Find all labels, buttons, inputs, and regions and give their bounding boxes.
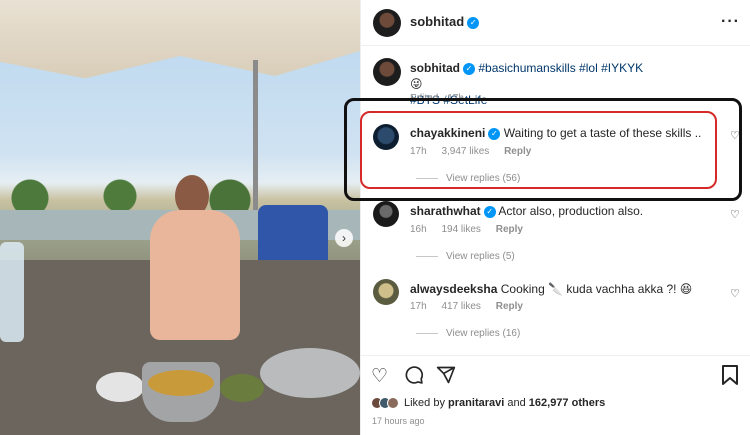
verified-icon: ✓: [483, 205, 496, 218]
view-replies-button[interactable]: View replies (16): [416, 328, 520, 339]
next-slide-icon[interactable]: ›: [335, 229, 353, 247]
avatar: [387, 397, 399, 409]
pot-contents: [148, 370, 214, 396]
post-author[interactable]: sobhitad ✓: [410, 14, 480, 29]
comment-text: sharathwhat ✓ Actor also, production also…: [410, 204, 644, 218]
comment-meta: 16h 194 likes Reply: [410, 224, 523, 235]
person-body: [150, 210, 240, 340]
divider: [361, 355, 750, 356]
likes-summary[interactable]: Liked by pranitaravi and 162,977 others: [371, 397, 605, 409]
comment-username[interactable]: sharathwhat: [410, 204, 481, 218]
heart-icon[interactable]: ♡: [730, 287, 740, 300]
verified-icon: ✓: [467, 16, 480, 29]
bookmark-icon[interactable]: [722, 365, 738, 391]
verified-icon: ✓: [463, 62, 475, 75]
post-photo: [0, 0, 360, 435]
heart-icon[interactable]: ♡: [730, 208, 740, 221]
view-replies-button[interactable]: View replies (5): [416, 251, 515, 262]
bowl: [220, 374, 264, 402]
more-horizontal-icon[interactable]: ···: [721, 13, 740, 31]
comment-icon[interactable]: [404, 365, 424, 391]
reply-button[interactable]: Reply: [496, 301, 523, 312]
send-icon[interactable]: [436, 365, 456, 391]
avatar[interactable]: [373, 9, 401, 37]
canopy: [0, 0, 360, 79]
avatar[interactable]: [373, 201, 399, 227]
divider: [361, 45, 750, 46]
water-bottle: [0, 242, 24, 342]
bowl: [96, 372, 144, 402]
avatar[interactable]: [373, 58, 401, 86]
comment-text: alwaysdeeksha Cooking 🔪 kuda vachha akka…: [410, 282, 693, 296]
comment-username[interactable]: alwaysdeeksha: [410, 282, 497, 296]
avatar[interactable]: [373, 279, 399, 305]
heart-icon[interactable]: ♡: [371, 365, 388, 388]
caption-emoji: 😜: [410, 77, 423, 91]
caption-hashtags[interactable]: #basichumanskills #lol #IYKYK: [478, 61, 643, 75]
caption-username[interactable]: sobhitad: [410, 61, 460, 75]
highlight-inner-box: [360, 111, 717, 189]
comment-meta: 17h 417 likes Reply: [410, 301, 523, 312]
pan: [260, 348, 360, 398]
post-timestamp: 17 hours ago: [372, 416, 425, 426]
reply-button[interactable]: Reply: [496, 224, 523, 235]
